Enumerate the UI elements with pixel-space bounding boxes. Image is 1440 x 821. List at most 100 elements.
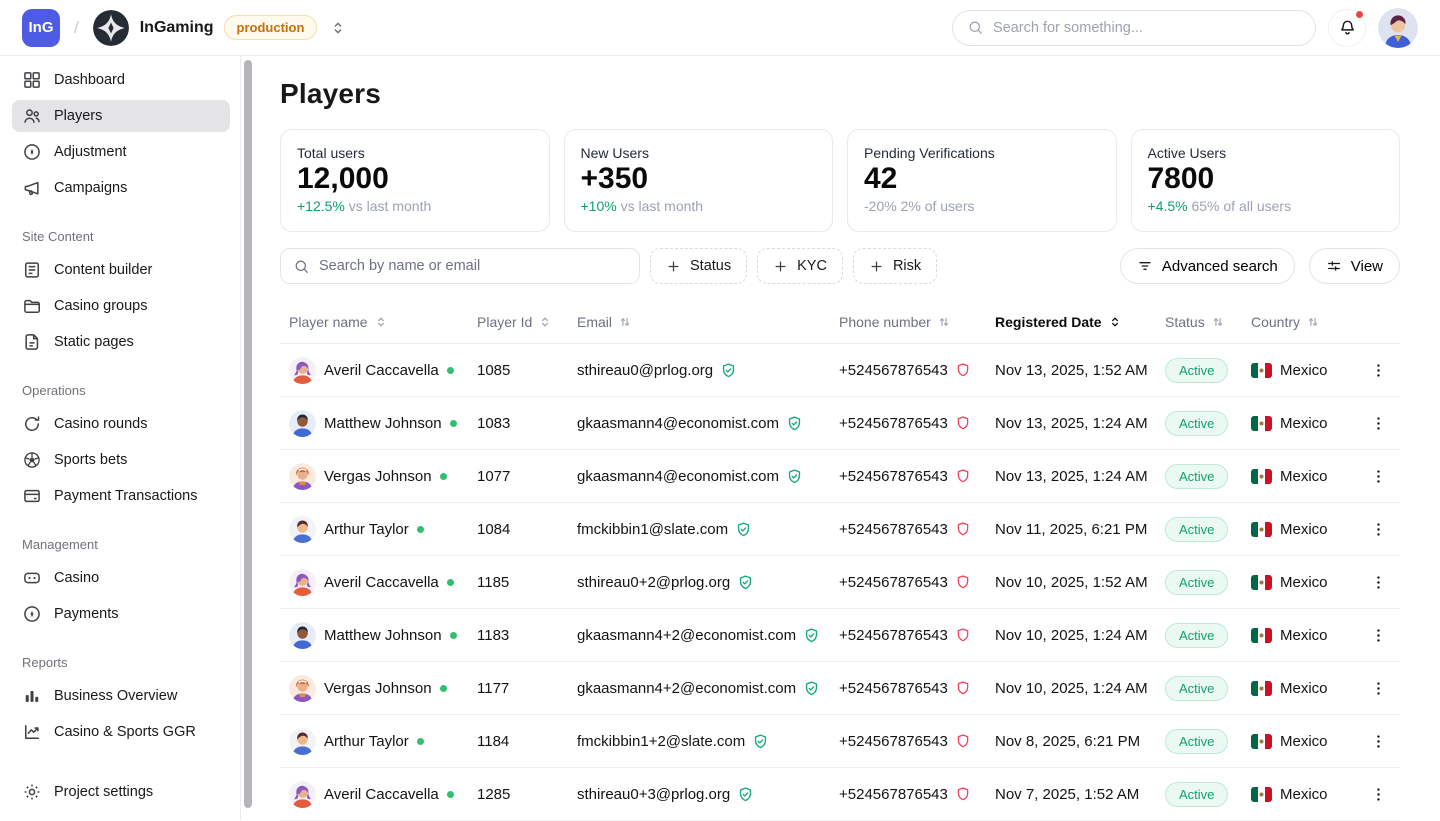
global-search[interactable] <box>952 10 1316 46</box>
sidebar-item-players[interactable]: Players <box>12 100 230 132</box>
table-row[interactable]: Averil Caccavella 1285 sthireau0+3@prlog… <box>280 768 1400 821</box>
row-actions-menu[interactable] <box>1357 680 1400 697</box>
player-email: sthireau0+2@prlog.org <box>577 574 730 591</box>
player-name[interactable]: Averil Caccavella <box>324 574 439 591</box>
column-country[interactable]: Country <box>1251 314 1357 330</box>
filter-chip-risk[interactable]: Risk <box>853 248 937 284</box>
stat-value: 12,000 <box>297 162 533 196</box>
sidebar-item-casino-rounds[interactable]: Casino rounds <box>12 408 230 440</box>
sidebar-item-payment-transactions[interactable]: Payment Transactions <box>12 480 230 512</box>
sidebar-item-content-builder[interactable]: Content builder <box>12 254 230 286</box>
row-actions-menu[interactable] <box>1357 786 1400 803</box>
sidebar-item-business-overview[interactable]: Business Overview <box>12 680 230 712</box>
app-logo[interactable]: InG <box>22 9 60 47</box>
column-player-id[interactable]: Player Id <box>477 314 577 330</box>
table-row[interactable]: Vergas Johnson 1077 gkaasmann4@economist… <box>280 450 1400 503</box>
column-email[interactable]: Email <box>577 314 839 330</box>
status-badge: Active <box>1165 782 1228 807</box>
player-id: 1084 <box>477 521 577 538</box>
stat-label: Total users <box>297 145 533 161</box>
project-avatar[interactable] <box>93 10 129 46</box>
status-badge: Active <box>1165 729 1228 754</box>
status-badge: Active <box>1165 464 1228 489</box>
notification-dot <box>1355 10 1364 19</box>
row-actions-menu[interactable] <box>1357 627 1400 644</box>
column-status[interactable]: Status <box>1165 314 1251 330</box>
row-actions-menu[interactable] <box>1357 574 1400 591</box>
table-row[interactable]: Averil Caccavella 1185 sthireau0+2@prlog… <box>280 556 1400 609</box>
stat-value: 42 <box>864 162 1100 196</box>
sidebar-item-casino[interactable]: Casino <box>12 562 230 594</box>
megaphone-icon <box>22 178 42 198</box>
registered-date: Nov 10, 2025, 1:24 AM <box>995 680 1165 697</box>
filter-chip-kyc[interactable]: KYC <box>757 248 843 284</box>
country-name: Mexico <box>1280 786 1328 803</box>
country-name: Mexico <box>1280 574 1328 591</box>
player-name[interactable]: Matthew Johnson <box>324 415 442 432</box>
sidebar-item-casino-groups[interactable]: Casino groups <box>12 290 230 322</box>
notifications-button[interactable] <box>1328 9 1366 47</box>
sidebar-item-sports-bets[interactable]: Sports bets <box>12 444 230 476</box>
online-dot <box>447 579 454 586</box>
sidebar-item-static-pages[interactable]: Static pages <box>12 326 230 358</box>
project-switcher-icon[interactable] <box>329 19 347 37</box>
sidebar-item-project-settings[interactable]: Project settings <box>12 776 231 808</box>
table-row[interactable]: Averil Caccavella 1085 sthireau0@prlog.o… <box>280 344 1400 397</box>
online-dot <box>450 632 457 639</box>
sidebar-scrollbar[interactable] <box>244 60 252 808</box>
table-row[interactable]: Vergas Johnson 1177 gkaasmann4+2@economi… <box>280 662 1400 715</box>
player-id: 1177 <box>477 680 577 697</box>
table-row[interactable]: Matthew Johnson 1183 gkaasmann4+2@econom… <box>280 609 1400 662</box>
kebab-icon <box>1370 468 1387 485</box>
sidebar-item-adjustment[interactable]: Adjustment <box>12 136 230 168</box>
filter-chip-status[interactable]: Status <box>650 248 747 284</box>
table-row[interactable]: Arthur Taylor 1084 fmckibbin1@slate.com … <box>280 503 1400 556</box>
column-registered-date[interactable]: Registered Date <box>995 314 1165 330</box>
player-name[interactable]: Matthew Johnson <box>324 627 442 644</box>
kebab-icon <box>1370 521 1387 538</box>
player-name[interactable]: Vergas Johnson <box>324 468 432 485</box>
stat-label: Pending Verifications <box>864 145 1100 161</box>
column-player-name[interactable]: Player name <box>289 314 477 330</box>
sidebar-item-campaigns[interactable]: Campaigns <box>12 172 230 204</box>
player-name[interactable]: Arthur Taylor <box>324 733 409 750</box>
player-name[interactable]: Averil Caccavella <box>324 786 439 803</box>
stat-note: vs last month <box>621 198 703 214</box>
kebab-icon <box>1370 362 1387 379</box>
player-name[interactable]: Vergas Johnson <box>324 680 432 697</box>
player-email: sthireau0+3@prlog.org <box>577 786 730 803</box>
table-row[interactable]: Matthew Johnson 1083 gkaasmann4@economis… <box>280 397 1400 450</box>
email-verified-icon <box>737 786 754 803</box>
mexico-flag-icon <box>1251 522 1272 537</box>
players-table: Player name Player Id Email Phone number… <box>280 301 1400 821</box>
table-row[interactable]: Arthur Taylor 1184 fmckibbin1+2@slate.co… <box>280 715 1400 768</box>
row-actions-menu[interactable] <box>1357 362 1400 379</box>
row-actions-menu[interactable] <box>1357 733 1400 750</box>
row-actions-menu[interactable] <box>1357 521 1400 538</box>
table-search[interactable] <box>280 248 640 284</box>
advanced-search-button[interactable]: Advanced search <box>1120 248 1295 284</box>
row-actions-menu[interactable] <box>1357 415 1400 432</box>
player-avatar <box>289 781 316 808</box>
sidebar-item-payments[interactable]: Payments <box>12 598 230 630</box>
phone-unverified-icon <box>955 468 971 484</box>
registered-date: Nov 10, 2025, 1:52 AM <box>995 574 1165 591</box>
mexico-flag-icon <box>1251 416 1272 431</box>
sidebar-item-casino-sports-ggr[interactable]: Casino & Sports GGR <box>12 716 230 748</box>
sidebar-item-label: Casino rounds <box>54 416 148 432</box>
email-verified-icon <box>752 733 769 750</box>
target-icon <box>22 142 42 162</box>
table-search-input[interactable] <box>319 258 627 274</box>
main-content: Players Total users 12,000 +12.5% vs las… <box>280 56 1400 820</box>
user-avatar[interactable] <box>1378 8 1418 48</box>
casino-chip-icon <box>22 568 42 588</box>
column-phone-number[interactable]: Phone number <box>839 314 995 330</box>
global-search-input[interactable] <box>993 20 1301 36</box>
player-name[interactable]: Arthur Taylor <box>324 521 409 538</box>
player-name[interactable]: Averil Caccavella <box>324 362 439 379</box>
country-name: Mexico <box>1280 680 1328 697</box>
row-actions-menu[interactable] <box>1357 468 1400 485</box>
sidebar-item-dashboard[interactable]: Dashboard <box>12 64 230 96</box>
view-button[interactable]: View <box>1309 248 1400 284</box>
folder-icon <box>22 296 42 316</box>
